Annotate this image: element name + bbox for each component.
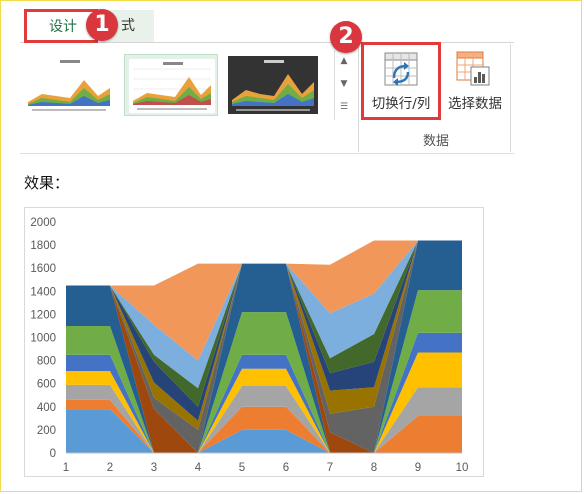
select-data-label: 选择数据 [448, 96, 502, 112]
x-tick-label: 2 [107, 462, 113, 474]
callout-badge-1: 1 [86, 9, 118, 41]
y-tick-label: 1000 [30, 333, 56, 345]
ribbon-bottom-border [20, 153, 514, 154]
y-tick-label: 1800 [30, 240, 56, 252]
gallery-scroll-up-icon[interactable]: ▲ [335, 50, 353, 73]
result-label: 效果： [24, 174, 70, 192]
y-tick-label: 0 [50, 448, 56, 460]
callout-badge-2: 2 [330, 21, 362, 53]
y-tick-label: 2000 [30, 217, 56, 229]
y-tick-label: 200 [37, 425, 56, 437]
chart-style-thumb-2[interactable] [124, 54, 218, 116]
excel-ribbon: 设计 式 1 ▲ ▼ ☰ 切换行/列 2 选择数据 数据 [0, 0, 584, 160]
x-tick-label: 7 [327, 462, 333, 474]
x-tick-label: 8 [371, 462, 377, 474]
switch-button-highlight [361, 42, 441, 120]
x-tick-label: 5 [239, 462, 245, 474]
gallery-scrollbar[interactable]: ▲ ▼ ☰ [334, 50, 353, 120]
x-tick-label: 3 [151, 462, 157, 474]
y-tick-label: 1200 [30, 309, 56, 321]
ribbon-group-divider-right [510, 44, 511, 152]
y-tick-label: 800 [37, 356, 56, 368]
gallery-more-icon[interactable]: ☰ [335, 96, 353, 119]
data-group-label: 数据 [422, 134, 449, 149]
chart-style-gallery [20, 48, 354, 122]
y-tick-label: 400 [37, 402, 56, 414]
ribbon-group-divider [358, 44, 359, 152]
chart-style-thumb-3[interactable] [226, 54, 320, 116]
x-tick-label: 1 [63, 462, 69, 474]
y-tick-label: 600 [37, 379, 56, 391]
chart-svg: 0 200 400 600 800 1000 1200 1400 1600 1800 2000 1 2 3… [30, 217, 469, 474]
x-tick-label: 6 [283, 462, 289, 474]
chart-style-thumb-1[interactable] [22, 54, 116, 116]
select-data-button[interactable]: 选择数据 [442, 46, 508, 122]
y-tick-label: 1400 [30, 286, 56, 298]
select-data-icon [456, 51, 490, 86]
y-tick-label: 1600 [30, 263, 56, 275]
stacked-area-chart: 0 200 400 600 800 1000 1200 1400 1600 1800 2000 1 2 3… [24, 207, 484, 477]
x-tick-label: 10 [456, 462, 469, 474]
x-tick-label: 9 [415, 462, 421, 474]
gallery-scroll-down-icon[interactable]: ▼ [335, 73, 353, 96]
x-tick-label: 4 [195, 462, 202, 474]
